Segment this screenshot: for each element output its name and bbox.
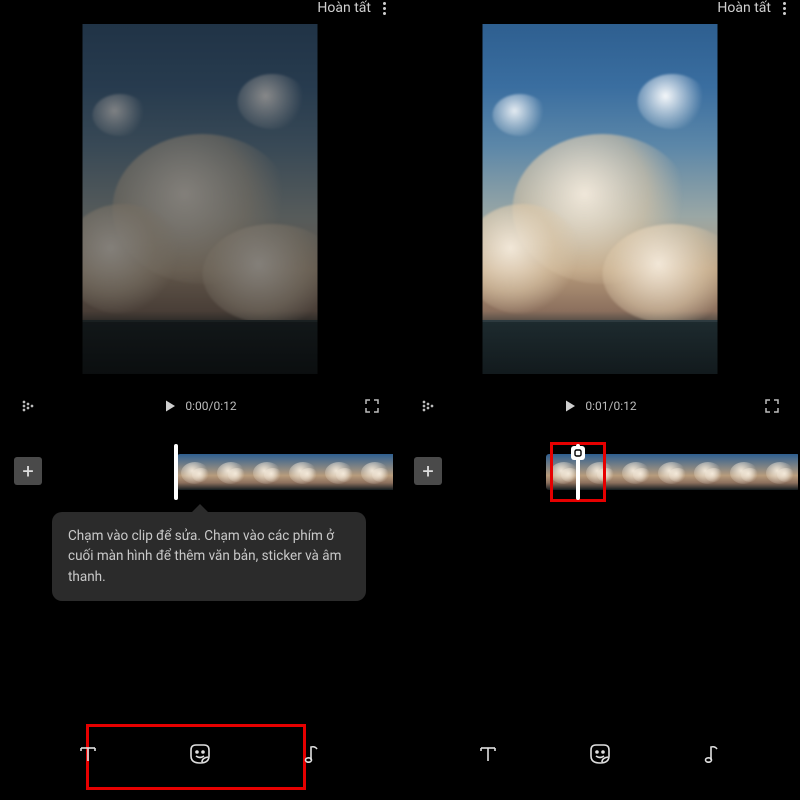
screen-right: Hoàn tất 0:01/0:12 + xyxy=(400,0,800,800)
text-tool-button[interactable] xyxy=(64,730,112,778)
clip-frame[interactable] xyxy=(357,454,393,490)
slider-icon[interactable] xyxy=(420,398,436,414)
bottom-toolbar xyxy=(0,724,400,784)
more-options-icon[interactable] xyxy=(383,0,386,15)
header: Hoàn tất xyxy=(0,0,400,20)
clip-frame[interactable] xyxy=(249,454,285,490)
sticker-tool-button[interactable] xyxy=(576,730,624,778)
clip-frame[interactable] xyxy=(582,454,618,490)
clip-frame[interactable] xyxy=(654,454,690,490)
fullscreen-icon[interactable] xyxy=(364,398,380,414)
play-bar: 0:00/0:12 xyxy=(0,398,400,414)
music-tool-button[interactable] xyxy=(288,730,336,778)
clip-frame[interactable] xyxy=(177,454,213,490)
playhead-handle-icon[interactable] xyxy=(571,446,585,460)
slider-icon[interactable] xyxy=(20,398,36,414)
time-display: 0:00/0:12 xyxy=(185,399,236,413)
text-tool-button[interactable] xyxy=(464,730,512,778)
hint-tooltip: Chạm vào clip để sửa. Chạm vào các phím … xyxy=(52,512,366,601)
clip-frame[interactable] xyxy=(762,454,798,490)
more-options-icon[interactable] xyxy=(783,0,786,15)
playhead[interactable] xyxy=(174,444,178,500)
timeline[interactable]: + xyxy=(400,442,800,504)
play-icon[interactable] xyxy=(163,399,177,413)
play-icon[interactable] xyxy=(563,399,577,413)
fullscreen-icon[interactable] xyxy=(764,398,780,414)
clip-frame[interactable] xyxy=(690,454,726,490)
clip-frame[interactable] xyxy=(726,454,762,490)
add-clip-button[interactable]: + xyxy=(414,457,442,485)
add-clip-button[interactable]: + xyxy=(14,457,42,485)
music-tool-button[interactable] xyxy=(688,730,736,778)
video-preview[interactable] xyxy=(83,24,318,374)
clip-strip[interactable] xyxy=(546,454,800,490)
video-preview[interactable] xyxy=(483,24,718,374)
preview-image xyxy=(483,24,718,374)
playhead[interactable] xyxy=(576,444,580,500)
clip-frame[interactable] xyxy=(213,454,249,490)
clip-frame[interactable] xyxy=(618,454,654,490)
done-button[interactable]: Hoàn tất xyxy=(717,0,771,16)
bottom-toolbar xyxy=(400,724,800,784)
preview-image xyxy=(83,24,318,374)
sticker-tool-button[interactable] xyxy=(176,730,224,778)
clip-frame[interactable] xyxy=(285,454,321,490)
clip-strip[interactable] xyxy=(177,454,397,490)
header: Hoàn tất xyxy=(400,0,800,20)
done-button[interactable]: Hoàn tất xyxy=(317,0,371,16)
time-display: 0:01/0:12 xyxy=(585,399,636,413)
play-bar: 0:01/0:12 xyxy=(400,398,800,414)
timeline[interactable]: + xyxy=(0,442,400,504)
screen-left: Hoàn tất 0:00/0:12 + xyxy=(0,0,400,800)
clip-frame[interactable] xyxy=(321,454,357,490)
